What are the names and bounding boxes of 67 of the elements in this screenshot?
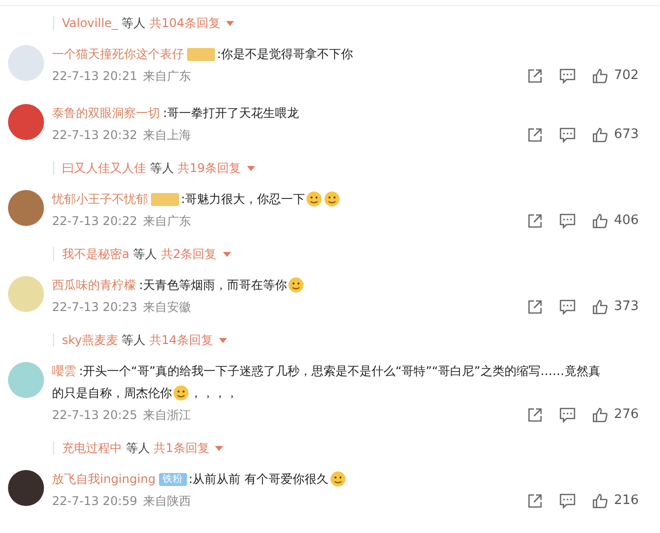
emoji-icon xyxy=(330,471,346,487)
comment-icon[interactable] xyxy=(559,127,576,143)
comment-icon[interactable] xyxy=(559,213,576,229)
username[interactable]: 放飞自我inginging xyxy=(52,468,156,490)
comment-text: :从前从前 有个哥爱你很久 xyxy=(188,471,329,488)
comment-location: 来自浙江 xyxy=(143,407,192,424)
avatar[interactable] xyxy=(8,470,44,506)
caret-icon xyxy=(226,20,234,26)
comment-location: 来自广东 xyxy=(143,68,192,85)
comment-icon[interactable] xyxy=(559,493,576,509)
like-icon[interactable] xyxy=(592,407,608,423)
fan-badge: 铁粉 xyxy=(158,472,187,486)
username[interactable]: 泰鲁的双眼洞察一切 xyxy=(52,102,160,124)
caret-icon xyxy=(222,252,231,256)
like-count: 673 xyxy=(614,126,640,144)
caret-icon xyxy=(218,338,227,342)
comment-location: 来自上海 xyxy=(143,127,192,144)
comment-location: 来自广东 xyxy=(143,213,192,230)
comment-text: :天青色等烟雨，而哥在等你 xyxy=(139,277,288,294)
reply-summary[interactable]: 充电过程中 等人 共1条回复 xyxy=(62,441,210,455)
like-icon[interactable] xyxy=(592,68,608,84)
comment-time: 22-7-13 20:21 xyxy=(52,68,138,85)
like-icon[interactable] xyxy=(592,213,608,229)
share-icon[interactable] xyxy=(527,299,543,315)
reply-summary[interactable]: 曰又人佳又人佳 等人 共19条回复 xyxy=(62,161,241,175)
like-count: 406 xyxy=(614,212,640,230)
reply-summary[interactable]: Valoville_ 等人 共104条回复 xyxy=(62,16,220,30)
comment-text: :哥一拳打开了天花生喂龙 xyxy=(163,105,300,122)
username[interactable]: 一个猫天撞死你这个表仔 xyxy=(52,43,184,65)
emoji-icon xyxy=(306,191,322,207)
username[interactable]: 忧郁小王子不忧郁 xyxy=(52,188,148,210)
share-icon[interactable] xyxy=(527,68,543,84)
comment-icon[interactable] xyxy=(559,68,576,84)
comment-text: :哥魅力很大，你忍一下 xyxy=(181,191,306,208)
reply-summary[interactable]: 我不是秘密a 等人 共2条回复 xyxy=(62,247,217,261)
comment-time: 22-7-13 20:22 xyxy=(52,213,138,230)
like-count: 216 xyxy=(614,492,640,510)
caret-icon xyxy=(215,446,224,450)
caret-icon xyxy=(246,166,255,170)
like-count: 373 xyxy=(614,298,640,316)
username[interactable]: 西瓜味的青柠檬 xyxy=(52,274,136,296)
username[interactable]: 嚶雲 xyxy=(52,360,76,382)
like-icon[interactable] xyxy=(592,299,608,315)
comment-text: :开头一个“哥”真的给我一下子迷惑了几秒，思索是不是什么“哥特”“哥白尼”之类的缩写……竟然真 xyxy=(79,363,600,380)
comment-icon[interactable] xyxy=(559,407,576,423)
comment-text: ，，，， xyxy=(190,385,238,402)
reply-summary[interactable]: sky燕麦麦 等人 共14条回复 xyxy=(62,333,213,347)
comment-text: 的只是自称，周杰伦你 xyxy=(52,385,172,402)
like-icon[interactable] xyxy=(592,127,608,143)
emoji-icon xyxy=(173,385,189,401)
comment-time: 22-7-13 20:59 xyxy=(52,493,138,510)
share-icon[interactable] xyxy=(527,493,543,509)
like-icon[interactable] xyxy=(592,493,608,509)
like-count: 702 xyxy=(614,67,640,85)
comment-location: 来自安徽 xyxy=(143,299,192,316)
comment-time: 22-7-13 20:32 xyxy=(52,127,138,144)
share-icon[interactable] xyxy=(527,407,543,423)
share-icon[interactable] xyxy=(527,213,543,229)
comment-time: 22-7-13 20:25 xyxy=(52,407,138,424)
comment-icon[interactable] xyxy=(559,299,576,315)
comment-text: :你是不是觉得哥拿不下你 xyxy=(217,46,354,63)
like-count: 276 xyxy=(614,406,640,424)
comment-location: 来自陕西 xyxy=(143,493,192,510)
share-icon[interactable] xyxy=(527,127,543,143)
emoji-icon xyxy=(288,277,304,293)
comment-time: 22-7-13 20:23 xyxy=(52,299,138,316)
emoji-icon xyxy=(324,191,340,207)
